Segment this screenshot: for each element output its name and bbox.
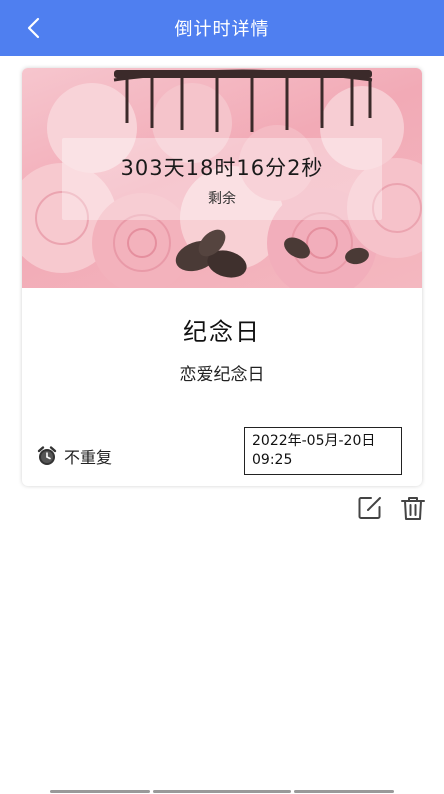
repeat-setting: 不重复 [36, 444, 112, 468]
remaining-label: 剩余 [208, 191, 236, 207]
edit-icon [358, 497, 381, 519]
home-indicator-segment [50, 790, 150, 793]
trash-icon [401, 497, 425, 520]
event-title: 纪念日 [183, 318, 261, 346]
home-indicator-segment [153, 790, 291, 793]
delete-button[interactable] [399, 494, 427, 522]
alarm-clock-icon [37, 446, 57, 465]
event-datetime: 2022年-05月-20日 09:25 [244, 427, 402, 475]
event-time: 09:25 [252, 452, 293, 468]
event-date: 2022年-05月-20日 [252, 433, 376, 449]
countdown-value: 303天18时16分2秒 [120, 156, 324, 180]
home-indicator-segment [294, 790, 394, 793]
edit-button[interactable] [356, 494, 384, 522]
app-header: 倒计时详情 [0, 0, 444, 56]
page-title: 倒计时详情 [174, 19, 270, 40]
repeat-label: 不重复 [64, 448, 113, 467]
countdown-card: 303天18时16分2秒 剩余 纪念日 恋爱纪念日 不重复 2022年-05月-… [22, 68, 422, 486]
event-subtitle: 恋爱纪念日 [179, 365, 265, 385]
cover-image: 303天18时16分2秒 剩余 [22, 68, 422, 288]
countdown-overlay: 303天18时16分2秒 剩余 [62, 138, 382, 220]
